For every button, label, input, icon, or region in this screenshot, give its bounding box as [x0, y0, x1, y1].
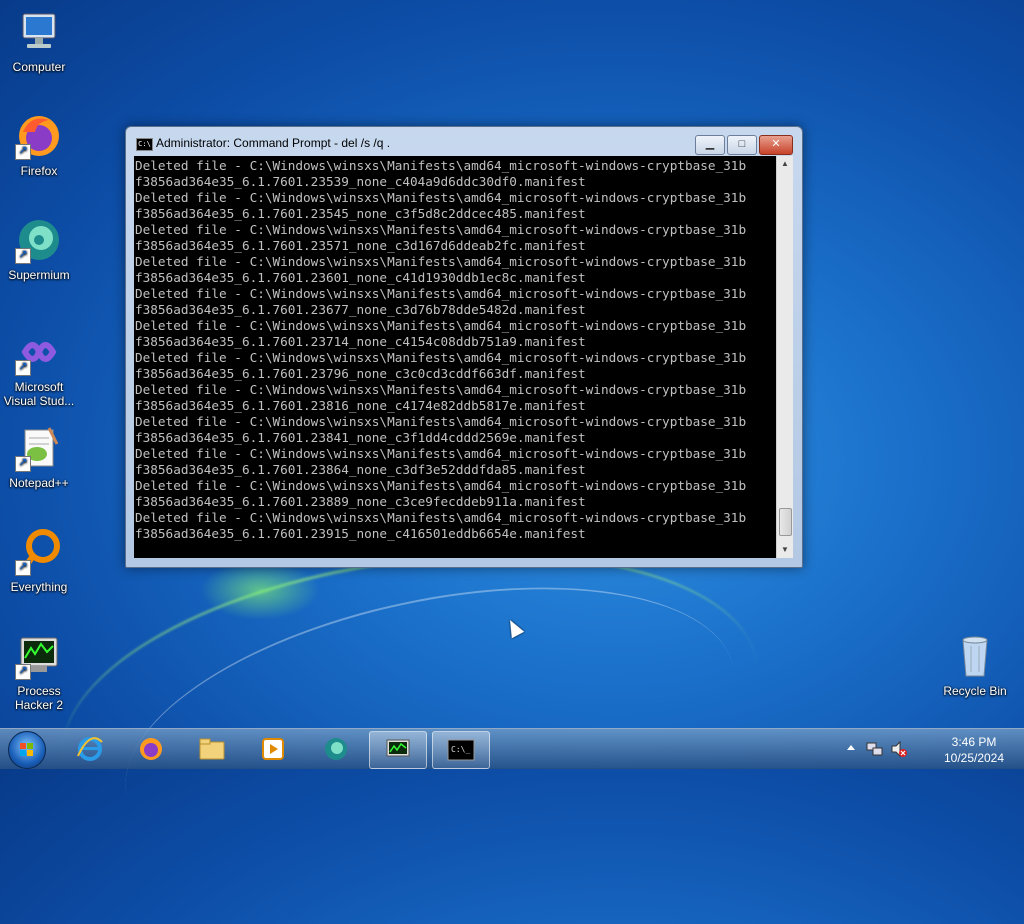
console-line: f3856ad364e35_6.1.7601.23915_none_c41650… [135, 526, 586, 541]
desktop-icon-label: Computer [12, 60, 66, 74]
console-line: Deleted file - C:\Windows\winsxs\Manifes… [135, 382, 747, 397]
console-line: f3856ad364e35_6.1.7601.23677_none_c3d76b… [135, 302, 586, 317]
console-line: Deleted file - C:\Windows\winsxs\Manifes… [135, 478, 747, 493]
console-output[interactable]: Deleted file - C:\Windows\winsxs\Manifes… [134, 156, 776, 558]
desktop-icon-recycle-bin[interactable]: Recycle Bin [936, 632, 1014, 698]
shortcut-arrow-icon: ↗ [15, 560, 31, 576]
desktop-icon-label: Process Hacker 2 [14, 684, 64, 712]
minimize-button[interactable]: ▁ [695, 135, 725, 155]
close-button[interactable]: ✕ [759, 135, 793, 155]
console-line: f3856ad364e35_6.1.7601.23571_none_c3d167… [135, 238, 586, 253]
shortcut-arrow-icon: ↗ [15, 456, 31, 472]
internet-explorer-icon [77, 737, 103, 761]
console-line: Deleted file - C:\Windows\winsxs\Manifes… [135, 222, 747, 237]
shortcut-arrow-icon: ↗ [15, 664, 31, 680]
everything-icon: ↗ [15, 528, 63, 576]
visual-studio-icon: ↗ [15, 328, 63, 376]
taskbar-internet-explorer[interactable] [62, 731, 118, 767]
firefox-icon [140, 738, 162, 760]
file-explorer-icon [199, 738, 225, 760]
process-hacker-icon [386, 739, 410, 757]
start-button[interactable] [8, 731, 46, 769]
desktop-icon-supermium[interactable]: ↗ Supermium [0, 216, 78, 282]
console-line: f3856ad364e35_6.1.7601.23714_none_c4154c… [135, 334, 586, 349]
console-line: f3856ad364e35_6.1.7601.23601_none_c41d19… [135, 270, 586, 285]
console-line: Deleted file - C:\Windows\winsxs\Manifes… [135, 254, 747, 269]
desktop-icon-firefox[interactable]: ↗ Firefox [0, 112, 78, 178]
clock-date: 10/25/2024 [943, 751, 1005, 765]
console-line: Deleted file - C:\Windows\winsxs\Manifes… [135, 510, 747, 525]
windows-logo-icon [20, 743, 34, 757]
title-bar[interactable]: C:\ Administrator: Command Prompt - del … [126, 127, 802, 157]
desktop-icon-label: Recycle Bin [943, 684, 1007, 698]
desktop-icon-notepadpp[interactable]: ↗ Notepad++ [0, 424, 78, 490]
desktop-icon-label: Firefox [20, 164, 58, 178]
show-hidden-icons-icon[interactable] [846, 743, 856, 753]
desktop-icon-label: Everything [10, 580, 68, 594]
console-line: f3856ad364e35_6.1.7601.23864_none_c3df3e… [135, 462, 586, 477]
console-line: Deleted file - C:\Windows\winsxs\Manifes… [135, 158, 747, 173]
supermium-icon [325, 738, 347, 760]
taskbar-media-player[interactable] [245, 731, 301, 767]
svg-text:C:\_: C:\_ [451, 745, 470, 754]
desktop-icon-label: Supermium [8, 268, 70, 282]
taskbar: C:\_ 3:46 PM 10/25/2024 [0, 728, 1024, 769]
wallpaper-glow [200, 560, 320, 620]
clock-time: 3:46 PM [951, 735, 997, 749]
maximize-button[interactable]: □ [727, 135, 757, 155]
console-line: Deleted file - C:\Windows\winsxs\Manifes… [135, 350, 747, 365]
taskbar-file-explorer[interactable] [184, 731, 240, 767]
command-prompt-window[interactable]: C:\ Administrator: Command Prompt - del … [125, 126, 803, 568]
desktop-icon-everything[interactable]: ↗ Everything [0, 528, 78, 594]
command-prompt-icon: C:\_ [447, 739, 475, 761]
console-line: Deleted file - C:\Windows\winsxs\Manifes… [135, 318, 747, 333]
console-line: f3856ad364e35_6.1.7601.23545_none_c3f5d8… [135, 206, 586, 221]
shortcut-arrow-icon: ↗ [15, 144, 31, 160]
notepadpp-icon: ↗ [15, 424, 63, 472]
desktop-icon-label: Notepad++ [9, 476, 69, 490]
media-player-icon [262, 738, 284, 760]
volume-muted-icon[interactable] [890, 740, 908, 758]
console-line: f3856ad364e35_6.1.7601.23816_none_c4174e… [135, 398, 586, 413]
console-line: Deleted file - C:\Windows\winsxs\Manifes… [135, 446, 747, 461]
console-line: Deleted file - C:\Windows\winsxs\Manifes… [135, 190, 747, 205]
scroll-up-arrow-icon[interactable]: ▲ [777, 156, 793, 172]
console-line: f3856ad364e35_6.1.7601.23841_none_c3f1dd… [135, 430, 586, 445]
recycle-bin-icon [951, 632, 999, 680]
desktop-icon-label: Microsoft Visual Stud... [3, 380, 75, 408]
console-line: Deleted file - C:\Windows\winsxs\Manifes… [135, 414, 747, 429]
shortcut-arrow-icon: ↗ [15, 248, 31, 264]
taskbar-firefox[interactable] [123, 731, 179, 767]
taskbar-supermium[interactable] [308, 731, 364, 767]
console-line: Deleted file - C:\Windows\winsxs\Manifes… [135, 286, 747, 301]
scroll-down-arrow-icon[interactable]: ▼ [777, 542, 793, 558]
system-tray: 3:46 PM 10/25/2024 [840, 729, 1024, 769]
taskbar-process-hacker[interactable] [369, 731, 427, 769]
supermium-icon: ↗ [15, 216, 63, 264]
console-line: f3856ad364e35_6.1.7601.23539_none_c404a9… [135, 174, 586, 189]
desktop-icon-computer[interactable]: Computer [0, 8, 78, 74]
window-title: Administrator: Command Prompt - del /s /… [156, 136, 391, 150]
computer-icon [15, 8, 63, 56]
process-hacker-icon: ↗ [15, 632, 63, 680]
shortcut-arrow-icon: ↗ [15, 360, 31, 376]
console-line: f3856ad364e35_6.1.7601.23889_none_c3ce9f… [135, 494, 586, 509]
clock[interactable]: 3:46 PM 10/25/2024 [936, 734, 1012, 766]
vertical-scrollbar[interactable]: ▲ ▼ [776, 156, 793, 558]
taskbar-command-prompt[interactable]: C:\_ [432, 731, 490, 769]
console-line: f3856ad364e35_6.1.7601.23796_none_c3c0cd… [135, 366, 586, 381]
network-icon[interactable] [866, 740, 884, 758]
command-prompt-icon: C:\ [136, 138, 153, 151]
desktop-icon-visual-studio[interactable]: ↗ Microsoft Visual Stud... [0, 328, 78, 408]
desktop-icon-process-hacker[interactable]: ↗ Process Hacker 2 [0, 632, 78, 712]
firefox-icon: ↗ [15, 112, 63, 160]
scroll-thumb[interactable] [779, 508, 792, 536]
